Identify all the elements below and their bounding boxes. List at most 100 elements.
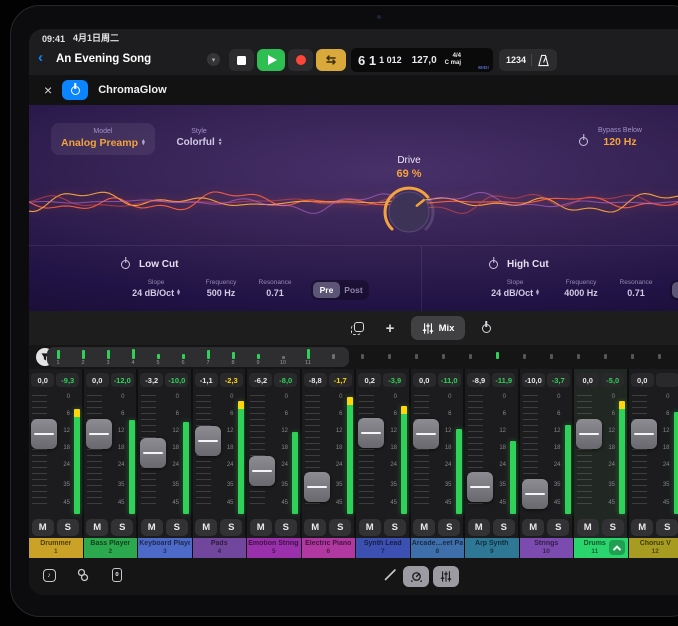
- pre-button[interactable]: Pre: [313, 282, 340, 298]
- solo-button[interactable]: S: [329, 519, 351, 536]
- fader-value-badge[interactable]: 0,0: [413, 373, 436, 387]
- track-name-banner[interactable]: Chorus V12: [629, 538, 678, 558]
- high-cut-slope[interactable]: Slope 24 dB/Oct ▴▾: [484, 279, 546, 298]
- fader-value-badge[interactable]: 0,2: [358, 373, 381, 387]
- track-name-banner[interactable]: Strings10: [520, 538, 575, 558]
- style-selector[interactable]: Style Colorful ▴▾: [163, 128, 235, 148]
- solo-button[interactable]: S: [57, 519, 79, 536]
- track-name-banner[interactable]: Drums11: [574, 538, 629, 558]
- fader-handle[interactable]: [31, 419, 57, 449]
- lcd-display[interactable]: 6 1 1 012 127,0 4/4 C maj MIDI: [351, 48, 493, 72]
- loops-browser-button[interactable]: ♪: [40, 566, 58, 584]
- fader-value-badge[interactable]: -8,8: [304, 373, 327, 387]
- controls-view-button[interactable]: [403, 566, 429, 587]
- pre-button[interactable]: Pre: [672, 282, 678, 298]
- track-name-banner[interactable]: Arcade…eet Pad8: [411, 538, 466, 558]
- low-cut-resonance[interactable]: Resonance 0.71: [251, 279, 299, 298]
- solo-button[interactable]: S: [111, 519, 133, 536]
- fader-handle[interactable]: [140, 438, 166, 468]
- mixer-view-button[interactable]: [433, 566, 459, 587]
- track-name-banner[interactable]: Keyboard Player3: [138, 538, 193, 558]
- fader-handle[interactable]: [304, 472, 330, 502]
- fader-value-badge[interactable]: 0,0: [576, 373, 599, 387]
- fader-value-badge[interactable]: -6,2: [249, 373, 272, 387]
- fader-handle[interactable]: [86, 419, 112, 449]
- mute-button[interactable]: M: [86, 519, 108, 536]
- expand-track-button[interactable]: [609, 540, 625, 555]
- solo-button[interactable]: S: [656, 519, 678, 536]
- fader-handle[interactable]: [631, 419, 657, 449]
- peak-value-badge[interactable]: -5,0: [601, 373, 624, 387]
- track-name-banner[interactable]: Drummer1: [29, 538, 84, 558]
- solo-button[interactable]: S: [602, 519, 624, 536]
- fader-value-badge[interactable]: -8,9: [467, 373, 490, 387]
- peak-value-badge[interactable]: -9,3: [56, 373, 79, 387]
- track-name-banner[interactable]: Synth Lead7: [356, 538, 411, 558]
- fader-value-badge[interactable]: -10,0: [522, 373, 545, 387]
- track-name-banner[interactable]: Emotion Strings5: [247, 538, 302, 558]
- metronome-icon[interactable]: [537, 54, 550, 67]
- solo-button[interactable]: S: [220, 519, 242, 536]
- fader-handle[interactable]: [249, 456, 275, 486]
- track-name-banner[interactable]: Bass Player2: [84, 538, 139, 558]
- mute-button[interactable]: M: [32, 519, 54, 536]
- pencil-icon[interactable]: [383, 567, 398, 582]
- mute-button[interactable]: M: [577, 519, 599, 536]
- plugin-power-button[interactable]: [62, 80, 88, 100]
- peak-value-badge[interactable]: -10,0: [165, 373, 188, 387]
- solo-button[interactable]: S: [493, 519, 515, 536]
- fader-handle[interactable]: [358, 418, 384, 448]
- fader-handle[interactable]: [195, 426, 221, 456]
- peak-value-badge[interactable]: -2,3: [220, 373, 243, 387]
- peak-value-badge[interactable]: -3,7: [547, 373, 570, 387]
- peak-value-badge[interactable]: -3,9: [383, 373, 406, 387]
- stop-button[interactable]: [229, 49, 254, 71]
- peak-value-badge[interactable]: -11,0: [438, 373, 461, 387]
- mute-button[interactable]: M: [359, 519, 381, 536]
- model-selector[interactable]: Model Analog Preamp ▴▾: [51, 123, 155, 155]
- duplicate-button[interactable]: [345, 316, 369, 340]
- peak-value-badge[interactable]: [656, 373, 678, 387]
- track-name-banner[interactable]: Arp Synth9: [465, 538, 520, 558]
- mute-button[interactable]: M: [522, 519, 544, 536]
- track-name-banner[interactable]: Electric Piano6: [302, 538, 357, 558]
- cycle-button[interactable]: ⇆: [316, 49, 346, 71]
- mute-button[interactable]: M: [195, 519, 217, 536]
- post-button[interactable]: Post: [340, 282, 367, 298]
- mute-button[interactable]: M: [468, 519, 490, 536]
- solo-button[interactable]: S: [384, 519, 406, 536]
- fader-value-badge[interactable]: -3,2: [140, 373, 163, 387]
- high-cut-frequency[interactable]: Frequency 4000 Hz: [556, 279, 606, 298]
- play-surface-button[interactable]: [108, 566, 126, 584]
- solo-button[interactable]: S: [275, 519, 297, 536]
- instruments-button[interactable]: [74, 566, 92, 584]
- back-chevron-icon[interactable]: ‹: [38, 49, 43, 66]
- mute-button[interactable]: M: [413, 519, 435, 536]
- solo-button[interactable]: S: [166, 519, 188, 536]
- fader-handle[interactable]: [576, 419, 602, 449]
- fader-value-badge[interactable]: 0,0: [86, 373, 109, 387]
- track-name-banner[interactable]: Pads4: [193, 538, 248, 558]
- low-cut-frequency[interactable]: Frequency 500 Hz: [197, 279, 245, 298]
- play-button[interactable]: [257, 49, 285, 71]
- mute-button[interactable]: M: [141, 519, 163, 536]
- record-button[interactable]: [288, 49, 313, 71]
- add-track-button[interactable]: +: [378, 316, 402, 340]
- peak-value-badge[interactable]: -12,0: [111, 373, 134, 387]
- mute-button[interactable]: M: [250, 519, 272, 536]
- drive-knob[interactable]: [380, 183, 438, 241]
- fader-value-badge[interactable]: -1,1: [195, 373, 218, 387]
- low-cut-slope[interactable]: Slope 24 dB/Oct ▴▾: [125, 279, 187, 298]
- count-in-button[interactable]: 1234: [506, 55, 526, 65]
- fader-handle[interactable]: [413, 419, 439, 449]
- song-title[interactable]: An Evening Song: [56, 53, 151, 65]
- peak-value-badge[interactable]: -1,7: [329, 373, 352, 387]
- low-cut-power-icon[interactable]: [121, 260, 130, 269]
- mute-button[interactable]: M: [304, 519, 326, 536]
- solo-button[interactable]: S: [438, 519, 460, 536]
- level-control[interactable]: Level 0.0: [663, 127, 678, 148]
- mixer-power-button[interactable]: [474, 316, 498, 340]
- high-cut-resonance[interactable]: Resonance 0.71: [612, 279, 660, 298]
- mix-view-button[interactable]: Mix: [411, 316, 465, 340]
- song-menu-button[interactable]: ▾: [207, 53, 220, 66]
